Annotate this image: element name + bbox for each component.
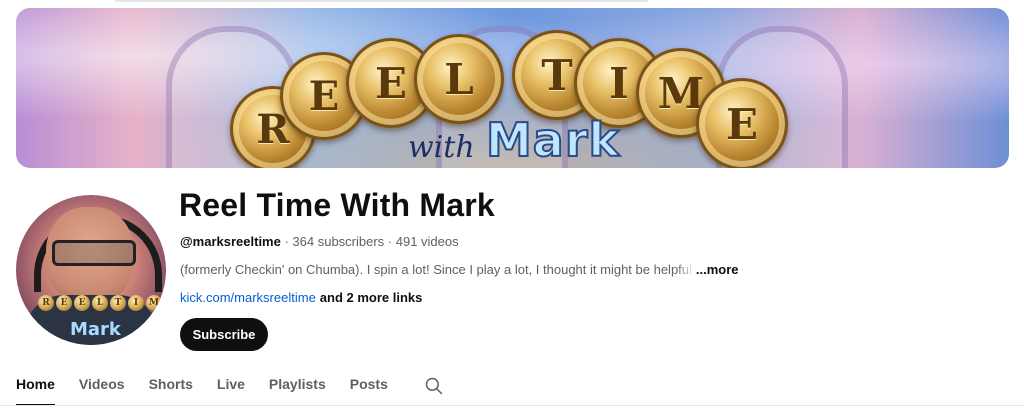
avatar-coin: E [74,295,90,311]
channel-banner: R E E L T I M E with Mark [16,8,1009,168]
banner-mark-text: Mark [485,112,621,168]
avatar-coin: R [38,295,54,311]
search-icon[interactable] [424,376,444,396]
more-links-button[interactable]: and 2 more links [320,290,423,305]
banner-with-text: with [408,130,475,165]
channel-links: kick.com/marksreeltime and 2 more links [180,290,422,305]
external-link[interactable]: kick.com/marksreeltime [180,290,316,305]
channel-title: Reel Time With Mark [179,187,495,223]
tab-videos[interactable]: Videos [79,370,125,400]
channel-stats: · 364 subscribers · 491 videos [280,234,459,249]
avatar-mark-text: Mark [70,319,121,340]
avatar-coin: T [110,295,126,311]
banner-coin: E [696,78,788,168]
avatar-coin-row: R E E L T I M E [38,295,166,311]
avatar-coin: I [128,295,144,311]
avatar-glasses [52,240,136,266]
tab-posts[interactable]: Posts [350,370,388,400]
channel-tabs: Home Videos Shorts Live Playlists Posts [16,370,444,406]
more-button[interactable]: ...more [696,262,739,277]
description-text: (formerly Checkin' on Chumba). I spin a … [180,262,654,277]
channel-description[interactable]: (formerly Checkin' on Chumba). I spin a … [180,262,739,277]
channel-avatar[interactable]: R E E L T I M E Mark [16,195,166,345]
subscribe-button[interactable]: Subscribe [180,318,268,351]
description-fade-text: helpful [653,262,692,277]
tab-playlists[interactable]: Playlists [269,370,326,400]
avatar-coin: E [56,295,72,311]
tab-home[interactable]: Home [16,370,55,406]
tabs-divider [0,405,1024,406]
channel-meta: @marksreeltime · 364 subscribers · 491 v… [180,234,459,249]
top-divider [115,0,648,2]
avatar-coin: M [146,295,162,311]
tab-shorts[interactable]: Shorts [149,370,193,400]
channel-handle: @marksreeltime [180,234,281,249]
avatar-coin: E [164,295,166,311]
tab-live[interactable]: Live [217,370,245,400]
avatar-coin: L [92,295,108,311]
banner-coin: L [414,34,504,124]
